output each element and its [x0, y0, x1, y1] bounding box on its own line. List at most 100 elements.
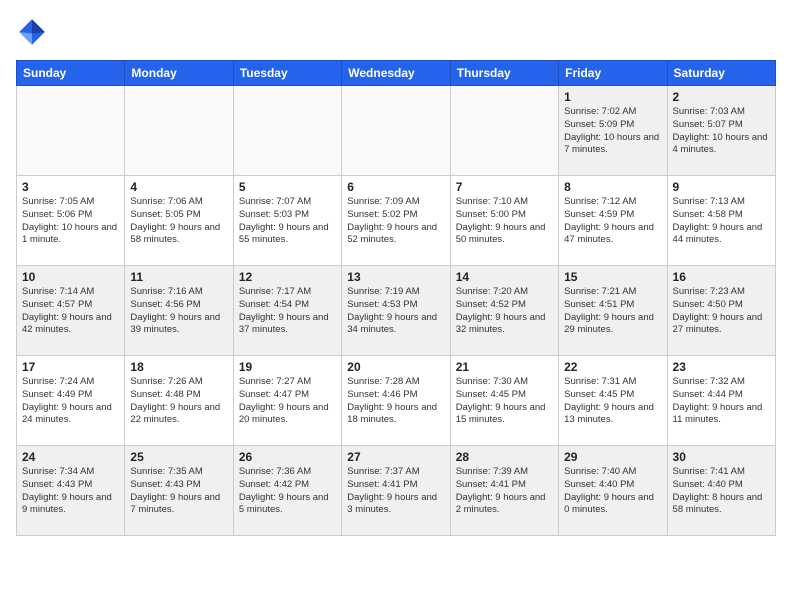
- logo: [16, 16, 52, 48]
- calendar-cell: 12 Sunrise: 7:17 AM Sunset: 4:54 PM Dayli…: [233, 266, 341, 356]
- page-header: [16, 16, 776, 48]
- day-info: Sunrise: 7:06 AM Sunset: 5:05 PM Dayligh…: [130, 196, 227, 247]
- calendar-cell: 29 Sunrise: 7:40 AM Sunset: 4:40 PM Dayli…: [559, 446, 667, 536]
- calendar-cell: [125, 86, 233, 176]
- day-info: Sunrise: 7:28 AM Sunset: 4:46 PM Dayligh…: [347, 376, 444, 427]
- day-info: Sunrise: 7:10 AM Sunset: 5:00 PM Dayligh…: [456, 196, 553, 247]
- calendar-header-row: SundayMondayTuesdayWednesdayThursdayFrid…: [17, 61, 776, 86]
- calendar-cell: 22Sunrise: 7:31 AM Sunset: 4:45 PM Dayli…: [559, 356, 667, 446]
- day-info: Sunrise: 7:17 AM Sunset: 4:54 PM Dayligh…: [239, 286, 336, 337]
- day-number: 14: [456, 270, 553, 284]
- day-number: 1: [564, 90, 661, 104]
- calendar-cell: 23 Sunrise: 7:32 AM Sunset: 4:44 PM Dayli…: [667, 356, 775, 446]
- day-number: 5: [239, 180, 336, 194]
- day-header-monday: Monday: [125, 61, 233, 86]
- day-info: Sunrise: 7:35 AM Sunset: 4:43 PM Dayligh…: [130, 466, 227, 517]
- day-header-tuesday: Tuesday: [233, 61, 341, 86]
- day-info: Sunrise: 7:05 AM Sunset: 5:06 PM Dayligh…: [22, 196, 119, 247]
- calendar-table: SundayMondayTuesdayWednesdayThursdayFrid…: [16, 60, 776, 536]
- day-info: Sunrise: 7:02 AM Sunset: 5:09 PM Dayligh…: [564, 106, 661, 157]
- week-row-1: 3 Sunrise: 7:05 AM Sunset: 5:06 PM Daylig…: [17, 176, 776, 266]
- day-info: Sunrise: 7:07 AM Sunset: 5:03 PM Dayligh…: [239, 196, 336, 247]
- day-number: 10: [22, 270, 119, 284]
- week-row-2: 10 Sunrise: 7:14 AM Sunset: 4:57 PM Dayli…: [17, 266, 776, 356]
- calendar-cell: 16 Sunrise: 7:23 AM Sunset: 4:50 PM Dayli…: [667, 266, 775, 356]
- day-info: Sunrise: 7:39 AM Sunset: 4:41 PM Dayligh…: [456, 466, 553, 517]
- calendar-cell: 17 Sunrise: 7:24 AM Sunset: 4:49 PM Dayli…: [17, 356, 125, 446]
- day-number: 3: [22, 180, 119, 194]
- calendar-cell: 10 Sunrise: 7:14 AM Sunset: 4:57 PM Dayli…: [17, 266, 125, 356]
- day-number: 12: [239, 270, 336, 284]
- day-number: 18: [130, 360, 227, 374]
- day-number: 9: [673, 180, 770, 194]
- calendar-cell: 24Sunrise: 7:34 AM Sunset: 4:43 PM Dayli…: [17, 446, 125, 536]
- day-info: Sunrise: 7:03 AM Sunset: 5:07 PM Dayligh…: [673, 106, 770, 157]
- day-info: Sunrise: 7:12 AM Sunset: 4:59 PM Dayligh…: [564, 196, 661, 247]
- calendar-cell: 13 Sunrise: 7:19 AM Sunset: 4:53 PM Dayli…: [342, 266, 450, 356]
- day-header-wednesday: Wednesday: [342, 61, 450, 86]
- day-header-saturday: Saturday: [667, 61, 775, 86]
- calendar-cell: 28 Sunrise: 7:39 AM Sunset: 4:41 PM Dayli…: [450, 446, 558, 536]
- calendar-cell: 7 Sunrise: 7:10 AM Sunset: 5:00 PM Daylig…: [450, 176, 558, 266]
- calendar-cell: 21 Sunrise: 7:30 AM Sunset: 4:45 PM Dayli…: [450, 356, 558, 446]
- day-number: 6: [347, 180, 444, 194]
- day-number: 29: [564, 450, 661, 464]
- day-header-thursday: Thursday: [450, 61, 558, 86]
- day-number: 15: [564, 270, 661, 284]
- day-number: 28: [456, 450, 553, 464]
- week-row-0: 1 Sunrise: 7:02 AM Sunset: 5:09 PM Daylig…: [17, 86, 776, 176]
- day-info: Sunrise: 7:31 AM Sunset: 4:45 PM Dayligh…: [564, 376, 661, 427]
- calendar-cell: 25 Sunrise: 7:35 AM Sunset: 4:43 PM Dayli…: [125, 446, 233, 536]
- calendar-cell: 2 Sunrise: 7:03 AM Sunset: 5:07 PM Daylig…: [667, 86, 775, 176]
- calendar-cell: [233, 86, 341, 176]
- day-info: Sunrise: 7:37 AM Sunset: 4:41 PM Dayligh…: [347, 466, 444, 517]
- day-number: 2: [673, 90, 770, 104]
- day-info: Sunrise: 7:19 AM Sunset: 4:53 PM Dayligh…: [347, 286, 444, 337]
- day-number: 4: [130, 180, 227, 194]
- day-number: 21: [456, 360, 553, 374]
- day-info: Sunrise: 7:13 AM Sunset: 4:58 PM Dayligh…: [673, 196, 770, 247]
- day-number: 20: [347, 360, 444, 374]
- week-row-3: 17 Sunrise: 7:24 AM Sunset: 4:49 PM Dayli…: [17, 356, 776, 446]
- day-number: 25: [130, 450, 227, 464]
- day-info: Sunrise: 7:26 AM Sunset: 4:48 PM Dayligh…: [130, 376, 227, 427]
- calendar-cell: 3 Sunrise: 7:05 AM Sunset: 5:06 PM Daylig…: [17, 176, 125, 266]
- calendar-cell: 1 Sunrise: 7:02 AM Sunset: 5:09 PM Daylig…: [559, 86, 667, 176]
- day-number: 7: [456, 180, 553, 194]
- day-info: Sunrise: 7:21 AM Sunset: 4:51 PM Dayligh…: [564, 286, 661, 337]
- calendar-cell: 30Sunrise: 7:41 AM Sunset: 4:40 PM Dayli…: [667, 446, 775, 536]
- calendar-cell: 15 Sunrise: 7:21 AM Sunset: 4:51 PM Dayli…: [559, 266, 667, 356]
- day-number: 19: [239, 360, 336, 374]
- day-info: Sunrise: 7:16 AM Sunset: 4:56 PM Dayligh…: [130, 286, 227, 337]
- day-number: 11: [130, 270, 227, 284]
- day-number: 13: [347, 270, 444, 284]
- day-number: 26: [239, 450, 336, 464]
- day-number: 24: [22, 450, 119, 464]
- day-info: Sunrise: 7:23 AM Sunset: 4:50 PM Dayligh…: [673, 286, 770, 337]
- day-info: Sunrise: 7:36 AM Sunset: 4:42 PM Dayligh…: [239, 466, 336, 517]
- calendar-cell: 19Sunrise: 7:27 AM Sunset: 4:47 PM Dayli…: [233, 356, 341, 446]
- calendar-cell: 8 Sunrise: 7:12 AM Sunset: 4:59 PM Daylig…: [559, 176, 667, 266]
- day-info: Sunrise: 7:24 AM Sunset: 4:49 PM Dayligh…: [22, 376, 119, 427]
- calendar-cell: 27 Sunrise: 7:37 AM Sunset: 4:41 PM Dayli…: [342, 446, 450, 536]
- day-info: Sunrise: 7:09 AM Sunset: 5:02 PM Dayligh…: [347, 196, 444, 247]
- day-number: 23: [673, 360, 770, 374]
- calendar-cell: 20 Sunrise: 7:28 AM Sunset: 4:46 PM Dayli…: [342, 356, 450, 446]
- day-info: Sunrise: 7:14 AM Sunset: 4:57 PM Dayligh…: [22, 286, 119, 337]
- day-number: 30: [673, 450, 770, 464]
- day-number: 17: [22, 360, 119, 374]
- week-row-4: 24Sunrise: 7:34 AM Sunset: 4:43 PM Dayli…: [17, 446, 776, 536]
- day-number: 16: [673, 270, 770, 284]
- calendar-cell: 14Sunrise: 7:20 AM Sunset: 4:52 PM Dayli…: [450, 266, 558, 356]
- calendar-cell: 4 Sunrise: 7:06 AM Sunset: 5:05 PM Daylig…: [125, 176, 233, 266]
- day-info: Sunrise: 7:30 AM Sunset: 4:45 PM Dayligh…: [456, 376, 553, 427]
- day-number: 8: [564, 180, 661, 194]
- day-number: 27: [347, 450, 444, 464]
- calendar-cell: [342, 86, 450, 176]
- day-info: Sunrise: 7:32 AM Sunset: 4:44 PM Dayligh…: [673, 376, 770, 427]
- calendar-cell: 18 Sunrise: 7:26 AM Sunset: 4:48 PM Dayli…: [125, 356, 233, 446]
- calendar-cell: 26 Sunrise: 7:36 AM Sunset: 4:42 PM Dayli…: [233, 446, 341, 536]
- calendar-cell: 11 Sunrise: 7:16 AM Sunset: 4:56 PM Dayli…: [125, 266, 233, 356]
- day-info: Sunrise: 7:40 AM Sunset: 4:40 PM Dayligh…: [564, 466, 661, 517]
- calendar-cell: 9 Sunrise: 7:13 AM Sunset: 4:58 PM Daylig…: [667, 176, 775, 266]
